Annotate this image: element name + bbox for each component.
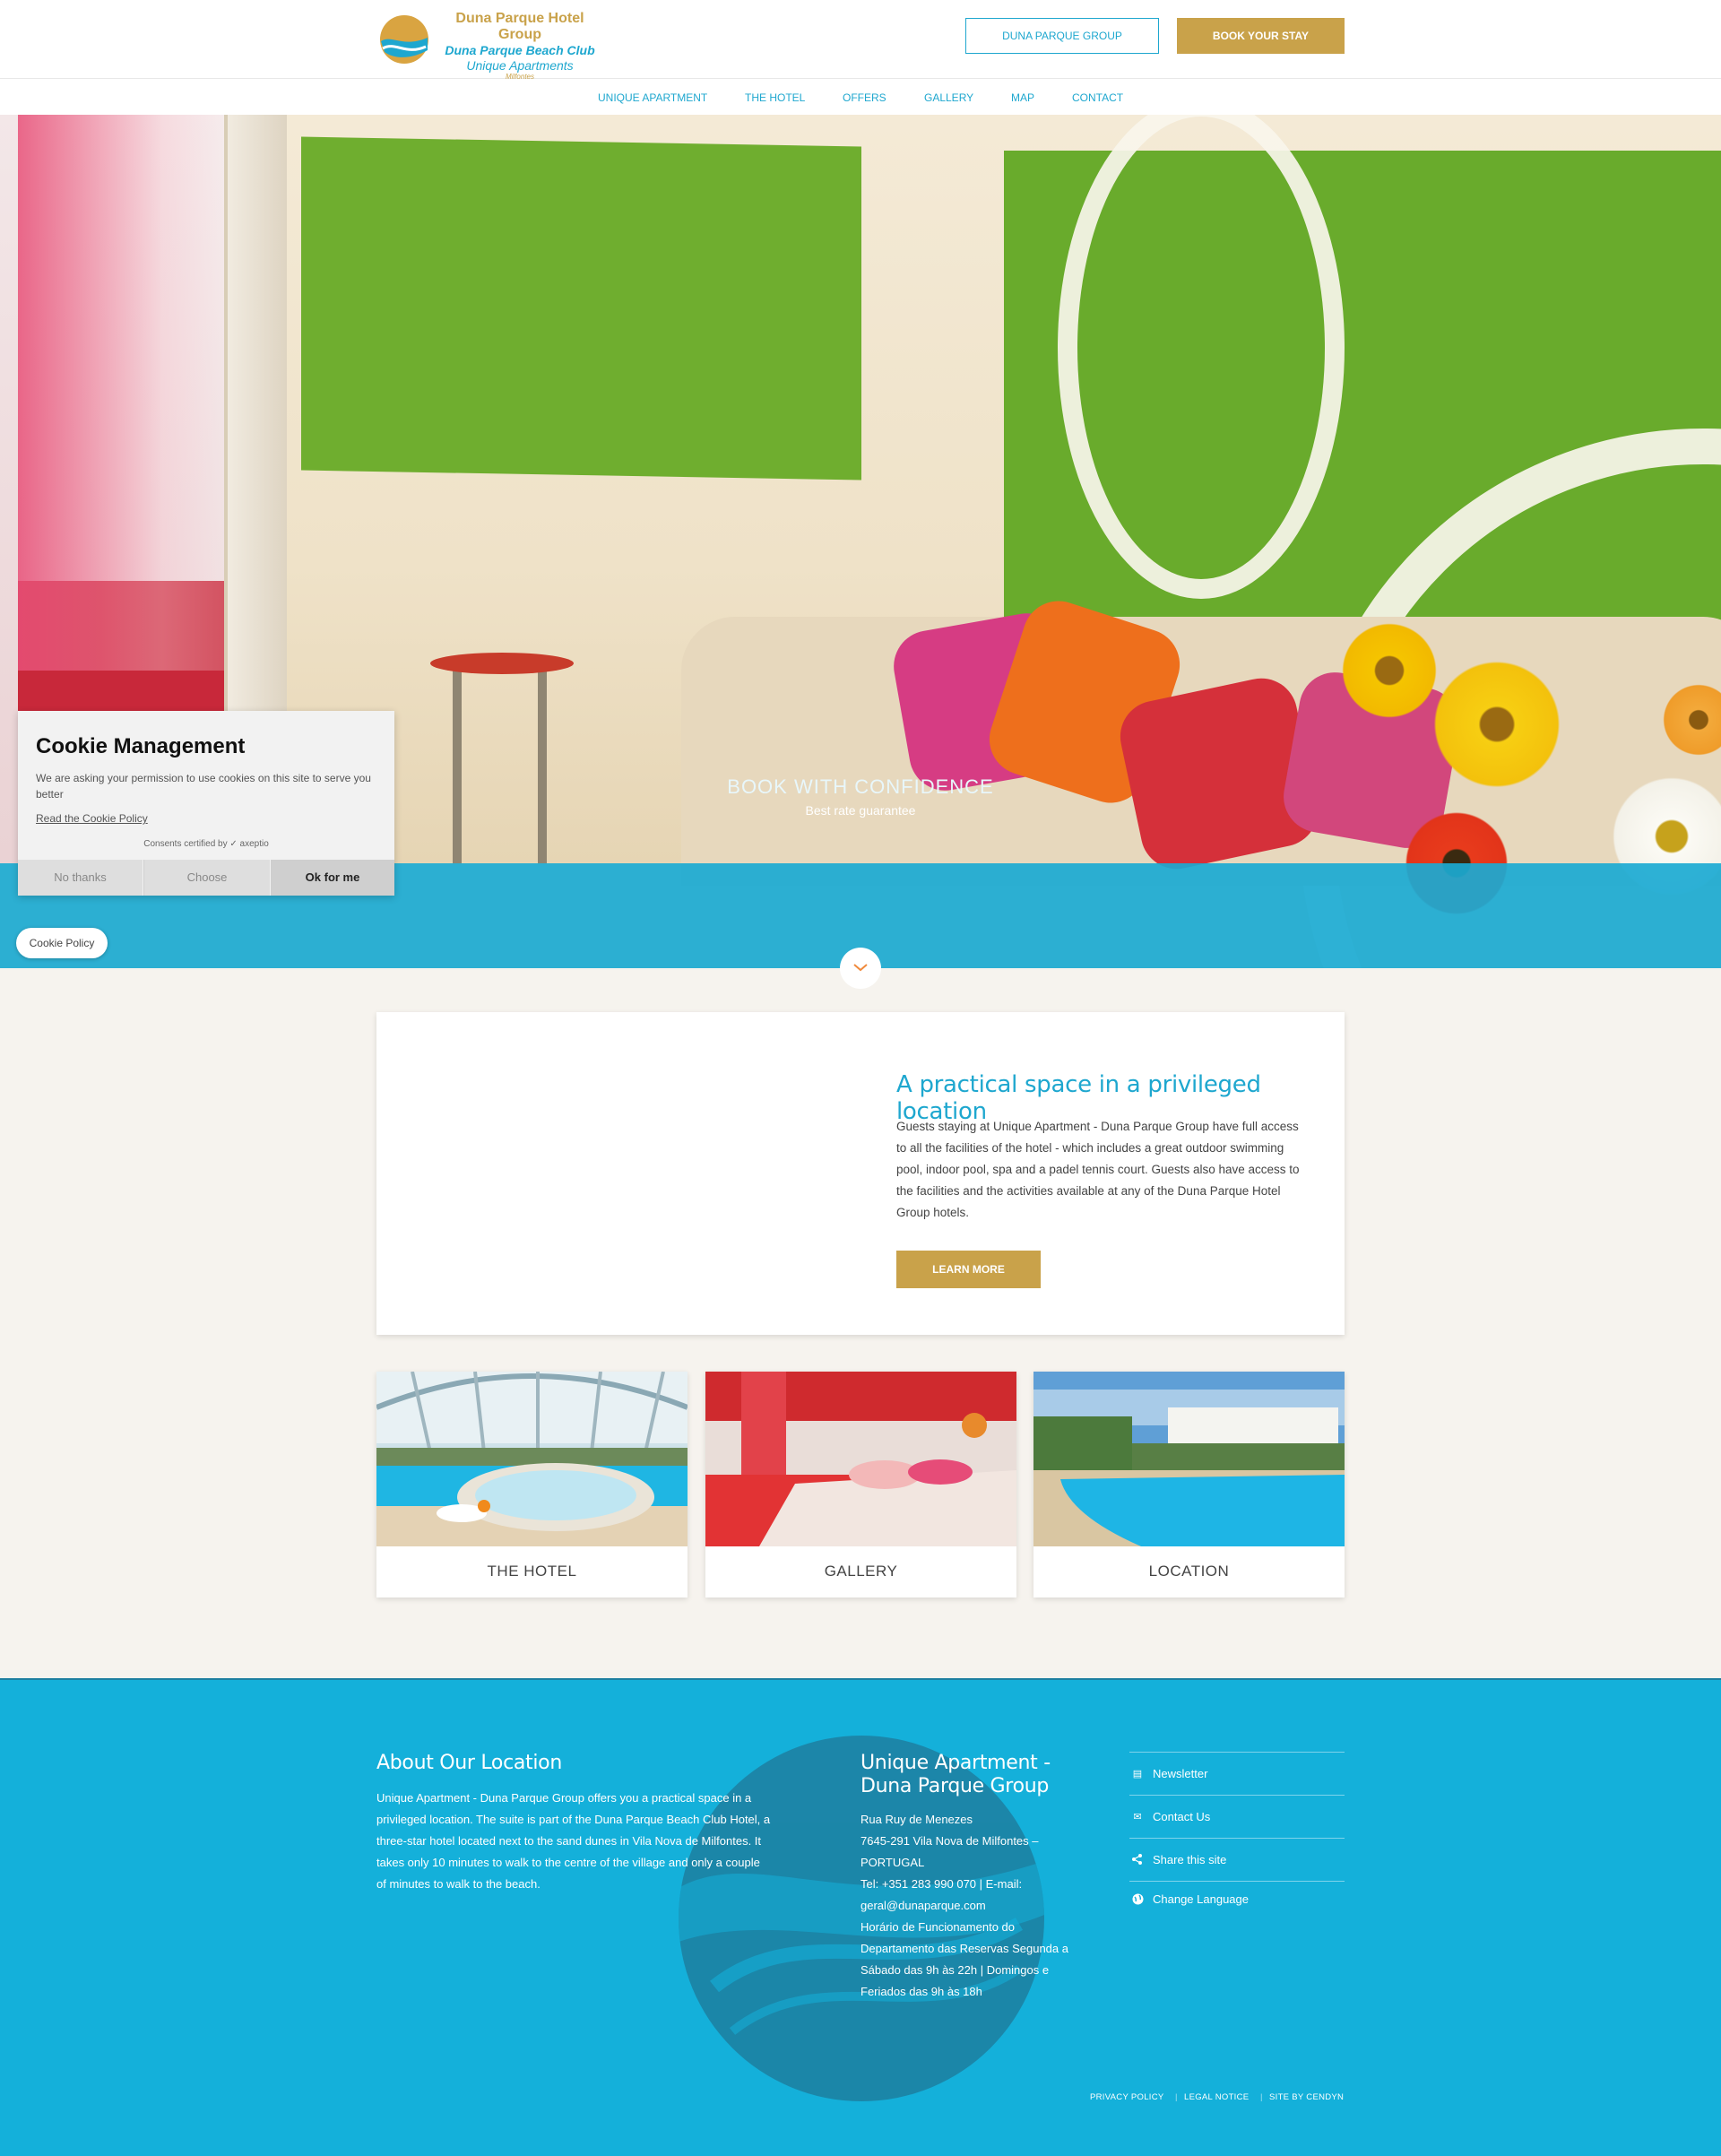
cookie-certified-by: Consents certified by ✓ axeptio — [143, 839, 269, 849]
nav-item-offers[interactable]: OFFERS — [843, 91, 886, 104]
book-your-stay-button[interactable]: BOOK YOUR STAY — [1177, 18, 1345, 54]
tile-label: LOCATION — [1148, 1563, 1230, 1580]
brand-logo[interactable]: Duna Parque Hotel Group Duna Parque Beac… — [379, 11, 603, 88]
share-site-link[interactable]: Share this site — [1129, 1838, 1345, 1881]
about-location-title: About Our Location — [376, 1752, 562, 1774]
cookie-ok-button[interactable]: Ok for me — [271, 860, 394, 896]
cookie-text: We are asking your permission to use coo… — [36, 772, 371, 801]
scroll-down-button[interactable] — [840, 948, 881, 989]
hero-green-panel — [301, 136, 861, 481]
site-header: Duna Parque Hotel Group Duna Parque Beac… — [0, 0, 1721, 88]
cookie-choose-button[interactable]: Choose — [143, 860, 270, 896]
footer-links: ▤ Newsletter ✉ Contact Us Share this sit… — [1129, 1752, 1345, 1917]
about-location-text: Unique Apartment - Duna Parque Group off… — [376, 1791, 771, 1891]
nav-item-gallery[interactable]: GALLERY — [924, 91, 973, 104]
duna-parque-group-button[interactable]: DUNA PARQUE GROUP — [965, 18, 1159, 54]
newsletter-link[interactable]: ▤ Newsletter — [1129, 1752, 1345, 1795]
cookie-title: Cookie Management — [36, 734, 246, 758]
legal-notice-link[interactable]: LEGAL NOTICE — [1184, 2092, 1249, 2102]
brand-logo-icon — [380, 15, 428, 64]
read-cookie-policy-link[interactable]: Read the Cookie Policy — [36, 812, 148, 825]
cookie-policy-button[interactable]: Cookie Policy — [16, 928, 108, 958]
nav-item-contact[interactable]: CONTACT — [1072, 91, 1123, 104]
contact-title-line1: Unique Apartment - — [860, 1752, 1051, 1774]
chevron-down-icon — [853, 964, 868, 972]
contact-us-link[interactable]: ✉ Contact Us — [1129, 1795, 1345, 1838]
tile-hotel-image — [376, 1372, 688, 1546]
intro-card: A practical space in a privileged locati… — [376, 1012, 1345, 1335]
cookie-consent-panel: Cookie Management We are asking your per… — [18, 711, 394, 896]
globe-icon — [1131, 1893, 1144, 1906]
newsletter-icon: ▤ — [1132, 1768, 1143, 1779]
contact-email-link[interactable]: geral@dunaparque.com — [860, 1895, 1103, 1917]
main-nav: UNIQUE APARTMENT THE HOTEL OFFERS GALLER… — [0, 79, 1721, 115]
privacy-policy-link[interactable]: PRIVACY POLICY — [1090, 2092, 1164, 2102]
learn-more-button[interactable]: LEARN MORE — [896, 1251, 1041, 1288]
hero-wall-swirl — [1058, 115, 1345, 599]
cookie-no-thanks-button[interactable]: No thanks — [18, 860, 143, 896]
tile-gallery-image — [705, 1372, 1016, 1546]
logo-line-apartments: Unique Apartments — [466, 58, 574, 73]
nav-item-unique-apartment[interactable]: UNIQUE APARTMENT — [598, 91, 707, 104]
tile-the-hotel[interactable]: THE HOTEL — [376, 1372, 688, 1598]
contact-phone-email: Tel: +351 283 990 070 | E-mail: — [860, 1877, 1023, 1891]
tile-label: GALLERY — [824, 1563, 898, 1580]
contact-address: Rua Ruy de Menezes 7645-291 Vila Nova de… — [860, 1809, 1103, 2003]
envelope-icon: ✉ — [1133, 1811, 1142, 1823]
share-icon — [1131, 1853, 1144, 1866]
intro-text: Guests staying at Unique Apartment - Dun… — [896, 1120, 1300, 1219]
tile-location-image — [1033, 1372, 1345, 1546]
nav-item-map[interactable]: MAP — [1011, 91, 1034, 104]
hero-curtain — [18, 115, 224, 671]
change-language-link[interactable]: Change Language — [1129, 1881, 1345, 1917]
logo-line-group: Duna Parque Hotel Group — [455, 11, 584, 42]
contact-title-line2: Duna Parque Group — [860, 1775, 1050, 1797]
tile-gallery[interactable]: GALLERY — [705, 1372, 1016, 1598]
site-footer: About Our Location Unique Apartment - Du… — [0, 1678, 1721, 2156]
tile-label: THE HOTEL — [487, 1563, 577, 1580]
nav-item-the-hotel[interactable]: THE HOTEL — [745, 91, 805, 104]
logo-line-beach-club: Duna Parque Beach Club — [445, 43, 595, 57]
hero-stool — [430, 653, 574, 674]
tile-location[interactable]: LOCATION — [1033, 1372, 1345, 1598]
site-by-cendyn-link[interactable]: SITE BY CENDYN — [1269, 2092, 1344, 2102]
